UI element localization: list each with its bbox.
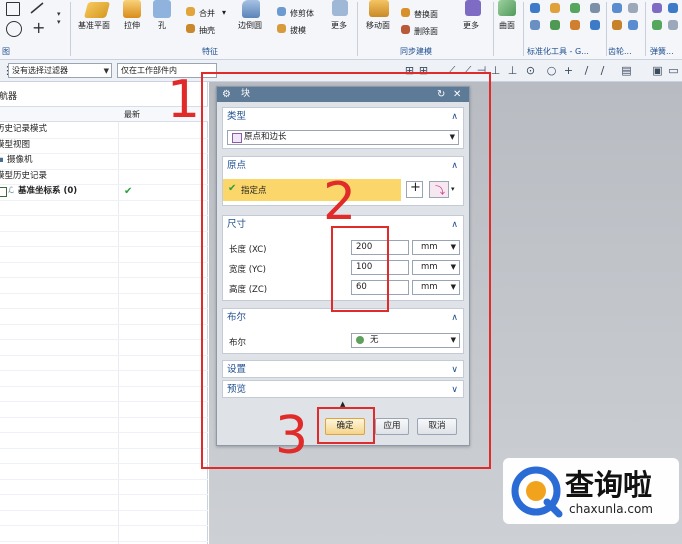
watermark-logo-icon [511, 466, 563, 518]
snap-line-icon[interactable]: / [581, 65, 592, 76]
more-button-1[interactable]: 更多 [331, 20, 347, 31]
chevron-down-icon: ▼ [103, 67, 109, 75]
navigator-row-label: 模型视图 [0, 139, 31, 150]
extrude-icon[interactable] [123, 0, 141, 18]
delete-face-icon[interactable] [401, 25, 410, 34]
snap-face-icon[interactable]: ▤ [621, 65, 632, 76]
gear-tool-icon-4[interactable] [628, 20, 638, 30]
annotation-number-3: 3 [275, 406, 309, 466]
group-label-standard: 标准化工具 - G... [527, 47, 589, 56]
std-tool-icon-3[interactable] [570, 3, 580, 13]
move-face-icon[interactable] [369, 0, 389, 17]
trim-body-button[interactable]: 修剪体 [290, 8, 314, 19]
spring-tool-icon-3[interactable] [652, 20, 662, 30]
std-tool-icon-2[interactable] [550, 3, 560, 13]
watermark-brand: 查询啦 [565, 468, 653, 502]
more-icon-2[interactable] [465, 0, 481, 16]
move-face-button[interactable]: 移动面 [366, 20, 390, 31]
replace-face-button[interactable]: 替换面 [414, 9, 438, 20]
annotation-box-ok [317, 407, 375, 444]
snap-center-icon[interactable]: ⊙ [525, 65, 536, 76]
spring-tool-icon-4[interactable] [668, 20, 678, 30]
hole-icon[interactable] [153, 0, 171, 18]
unite-button[interactable]: 合并 [199, 8, 215, 19]
navigator-row-model-views[interactable]: 模型视图 [0, 138, 208, 154]
navigator-row-label: 摄像机 [7, 155, 33, 165]
surface-icon[interactable] [498, 0, 516, 16]
snap-arc-icon[interactable]: ○ [546, 65, 557, 76]
datum-plane-icon[interactable] [83, 2, 111, 18]
column-latest[interactable]: 最新 [124, 109, 140, 120]
std-tool-icon-7[interactable] [570, 20, 580, 30]
navigator-row-model-history[interactable]: 模型历史记录 [0, 169, 208, 185]
selection-filter-dropdown[interactable]: 没有选择过滤器 ▼ [8, 63, 112, 78]
part-navigator: 部件导航器 名称 最新 历史记录模式 模型视图 ▪ 摄像机 模型历史记录 ℒ 基… [0, 82, 208, 544]
shell-icon[interactable] [186, 24, 195, 33]
rectangle-icon[interactable] [6, 2, 20, 16]
line-icon[interactable] [30, 2, 44, 14]
datum-csys-icon: ℒ [8, 186, 15, 196]
ribbon: + ▾ ▾ 图 基准平面 拉伸 孔 合并 ▾ 抽壳 边倒圆 修剪体 拔模 更多 特… [0, 0, 682, 60]
more-icon[interactable] [332, 0, 348, 16]
datum-plane-button[interactable]: 基准平面 [78, 20, 110, 31]
point-plus-icon[interactable]: + [32, 20, 45, 36]
dropdown-arrow-icon[interactable]: ▾ ▾ [57, 10, 61, 26]
group-label-sync: 同步建模 [400, 47, 432, 56]
edge-blend-icon[interactable] [242, 0, 260, 18]
group-label-spring: 弹簧... [650, 47, 674, 56]
circle-icon[interactable] [6, 21, 22, 37]
unite-dropdown-icon[interactable]: ▾ [222, 8, 226, 17]
snap-cross-icon[interactable]: + [563, 65, 574, 76]
selection-filter-value: 没有选择过滤器 [12, 66, 68, 75]
shell-button[interactable]: 抽壳 [199, 25, 215, 36]
group-label-feature: 特征 [202, 47, 218, 56]
navigator-row-datum-csys[interactable]: ℒ 基准坐标系 (0) ✔ [0, 184, 208, 201]
std-tool-icon-6[interactable] [550, 20, 560, 30]
hole-button[interactable]: 孔 [158, 20, 166, 31]
navigator-title: 部件导航器 [0, 92, 18, 102]
trim-body-icon[interactable] [277, 7, 286, 16]
gear-tool-icon-1[interactable] [612, 3, 622, 13]
group-label-gear: 齿轮... [608, 47, 632, 56]
annotation-number-1: 1 [167, 70, 201, 130]
annotation-box-dimensions [331, 226, 389, 312]
camera-icon: ▪ [0, 155, 4, 165]
draft-button[interactable]: 拔模 [290, 25, 306, 36]
annotation-number-2: 2 [323, 172, 357, 232]
gear-tool-icon-2[interactable] [628, 3, 638, 13]
gear-tool-icon-3[interactable] [612, 20, 622, 30]
navigator-row-label: 模型历史记录 [0, 170, 48, 181]
std-tool-icon-4[interactable] [590, 3, 600, 13]
view-icon-1[interactable]: ▣ [652, 65, 663, 76]
snap-midpoint-icon[interactable]: ∕ [597, 65, 608, 76]
group-label-sketch: 图 [2, 47, 10, 56]
spring-tool-icon-1[interactable] [652, 3, 662, 13]
spring-tool-icon-2[interactable] [668, 3, 678, 13]
snap-endpoint-icon[interactable]: ⊥ [507, 65, 518, 76]
checkbox-icon[interactable] [0, 187, 7, 197]
std-tool-icon-1[interactable] [530, 3, 540, 13]
snap-icon-6[interactable]: ⊥ [490, 65, 501, 76]
view-icon-2[interactable]: ▭ [668, 65, 679, 76]
delete-face-button[interactable]: 删除面 [414, 26, 438, 37]
std-tool-icon-5[interactable] [530, 20, 540, 30]
navigator-row-label: 基准坐标系 (0) [18, 186, 78, 196]
surface-button[interactable]: 曲面 [499, 20, 515, 31]
latest-check-icon: ✔ [124, 186, 133, 197]
unite-icon[interactable] [186, 7, 195, 16]
watermark: 查询啦 chaxunla.com [503, 458, 679, 524]
draft-icon[interactable] [277, 24, 286, 33]
replace-face-icon[interactable] [401, 8, 410, 17]
extrude-button[interactable]: 拉伸 [124, 20, 140, 31]
more-button-2[interactable]: 更多 [463, 20, 479, 31]
watermark-url: chaxunla.com [569, 502, 653, 516]
std-tool-icon-8[interactable] [590, 20, 600, 30]
navigator-row-label: 历史记录模式 [0, 124, 48, 134]
edge-blend-button[interactable]: 边倒圆 [238, 20, 262, 31]
navigator-row-cameras[interactable]: ▪ 摄像机 [0, 153, 208, 170]
